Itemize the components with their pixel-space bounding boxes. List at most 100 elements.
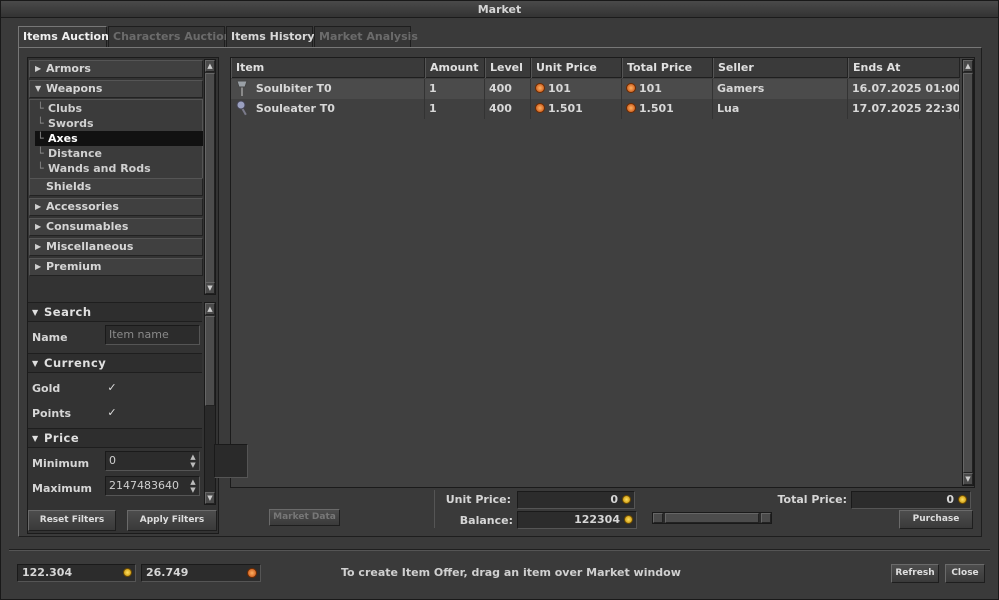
total-price-label: Total Price: <box>777 493 847 506</box>
maximum-price-input[interactable]: 2147483640 ▲ ▼ <box>105 476 200 496</box>
table-row[interactable]: Soulbiter T0 1 400 101 101 Gamers 16.07.… <box>231 79 960 99</box>
column-header-amount[interactable]: Amount <box>425 58 485 78</box>
category-accessories[interactable]: ▶ Accessories <box>29 198 203 216</box>
column-header-total-price[interactable]: Total Price <box>622 58 713 78</box>
chevron-down-icon: ▼ <box>32 434 39 443</box>
column-header-level[interactable]: Level <box>485 58 531 78</box>
refresh-button[interactable]: Refresh <box>891 564 939 583</box>
slider-thumb[interactable] <box>665 513 759 523</box>
scroll-thumb[interactable] <box>205 73 215 283</box>
minimum-label: Minimum <box>32 457 90 470</box>
unit-price-field[interactable]: 0 <box>517 491 635 509</box>
column-header-unit-price[interactable]: Unit Price <box>531 58 622 78</box>
apply-filters-button[interactable]: Apply Filters <box>127 510 217 531</box>
points-checkbox[interactable]: ✓ <box>106 407 118 419</box>
table-scrollbar[interactable]: ▲ ▼ <box>962 59 974 486</box>
chevron-right-icon: ▶ <box>35 262 42 271</box>
reset-filters-button[interactable]: Reset Filters <box>28 510 116 531</box>
category-consumables[interactable]: ▶ Consumables <box>29 218 203 236</box>
category-label: Armors <box>46 62 91 75</box>
item-name-input[interactable]: Item name <box>105 325 200 345</box>
category-miscellaneous[interactable]: ▶ Miscellaneous <box>29 238 203 256</box>
chevron-right-icon: ▶ <box>35 202 42 211</box>
slider-right-icon[interactable] <box>761 513 771 523</box>
category-weapons[interactable]: ▼ Weapons <box>29 80 203 98</box>
filter-panel: ▶ Armors ▼ Weapons └ Clubs └ Swords └ Axes … <box>27 57 219 534</box>
gold-coin-icon <box>123 568 132 577</box>
gold-balance-field: 122.304 <box>17 564 136 582</box>
scroll-up-icon[interactable]: ▲ <box>963 60 973 72</box>
offers-table: Item Amount Level Unit Price Total Price… <box>230 57 975 488</box>
chevron-down-icon: ▼ <box>32 359 39 368</box>
points-coin-icon <box>535 83 545 93</box>
seller-cell: Lua <box>713 99 848 119</box>
unit-price-label: Unit Price: <box>445 493 511 506</box>
slider-left-icon[interactable] <box>653 513 663 523</box>
category-shields[interactable]: Shields <box>29 178 203 196</box>
subcategory-swords[interactable]: └ Swords <box>35 116 203 131</box>
scroll-down-icon[interactable]: ▼ <box>205 282 215 294</box>
tab-characters-auction[interactable]: Characters Auction <box>108 26 232 47</box>
unit-price-cell: 1.501 <box>548 102 583 115</box>
balance-field: 122304 <box>517 511 637 529</box>
points-coin-icon <box>626 103 636 113</box>
purchase-button[interactable]: Purchase <box>899 510 973 529</box>
gold-checkbox[interactable]: ✓ <box>106 382 118 394</box>
subcategory-distance[interactable]: └ Distance <box>35 146 203 161</box>
footer-divider <box>9 549 990 551</box>
minimum-price-input[interactable]: 0 ▲ ▼ <box>105 451 200 471</box>
category-label: Consumables <box>46 220 129 233</box>
item-name: Soulbiter T0 <box>255 82 332 95</box>
subcategory-axes[interactable]: └ Axes <box>35 131 203 146</box>
spinner-arrows-icon[interactable]: ▲ ▼ <box>188 478 198 494</box>
level-cell: 400 <box>485 79 531 99</box>
category-premium[interactable]: ▶ Premium <box>29 258 203 276</box>
points-coin-icon <box>535 103 545 113</box>
amount-cell: 1 <box>425 79 485 99</box>
level-cell: 400 <box>485 99 531 119</box>
gold-coin-icon <box>622 495 631 504</box>
price-section-header[interactable]: ▼ Price <box>28 428 202 448</box>
create-offer-hint: To create Item Offer, drag an item over … <box>341 566 681 579</box>
ends-at-cell: 17.07.2025 22:30 <box>848 99 960 119</box>
scroll-down-icon[interactable]: ▼ <box>205 492 215 504</box>
market-data-button[interactable]: Market Data <box>269 509 340 526</box>
total-price-cell: 1.501 <box>639 102 674 115</box>
amount-slider[interactable] <box>652 512 772 524</box>
close-button[interactable]: Close <box>945 564 985 583</box>
scroll-thumb[interactable] <box>205 316 215 406</box>
chevron-right-icon: ▶ <box>35 64 42 73</box>
item-drop-slot[interactable] <box>214 444 248 478</box>
gold-coin-icon <box>624 515 633 524</box>
points-coin-icon <box>247 568 257 578</box>
chevron-right-icon: ▶ <box>35 242 42 251</box>
tab-content: ▶ Armors ▼ Weapons └ Clubs └ Swords └ Axes … <box>18 47 982 537</box>
currency-section-header[interactable]: ▼ Currency <box>28 353 202 373</box>
tab-items-auction[interactable]: Items Auction <box>18 26 109 47</box>
category-scrollbar[interactable]: ▲ ▼ <box>204 59 216 295</box>
item-name: Souleater T0 <box>255 102 335 115</box>
gold-coin-icon <box>958 495 967 504</box>
column-header-item[interactable]: Item <box>231 58 425 78</box>
total-price-field: 0 <box>851 491 971 509</box>
category-label: Premium <box>46 260 102 273</box>
subcategory-clubs[interactable]: └ Clubs <box>35 101 203 116</box>
scroll-thumb[interactable] <box>963 73 973 473</box>
scroll-up-icon[interactable]: ▲ <box>205 303 215 315</box>
scroll-down-icon[interactable]: ▼ <box>963 473 973 485</box>
points-balance-field: 26.749 <box>141 564 261 582</box>
ends-at-cell: 16.07.2025 01:00 <box>848 79 960 99</box>
subcategory-wands-and-rods[interactable]: └ Wands and Rods <box>35 161 203 176</box>
market-window: Market Items Auction Characters Auction … <box>0 0 999 600</box>
search-section-header[interactable]: ▼ Search <box>28 302 202 322</box>
category-armors[interactable]: ▶ Armors <box>29 60 203 78</box>
tab-items-history[interactable]: Items History <box>226 26 315 47</box>
seller-cell: Gamers <box>713 79 848 99</box>
scroll-up-icon[interactable]: ▲ <box>205 60 215 72</box>
axe-icon <box>236 80 248 96</box>
table-row[interactable]: Souleater T0 1 400 1.501 1.501 Lua 17.07… <box>231 99 960 119</box>
spinner-arrows-icon[interactable]: ▲ ▼ <box>188 453 198 469</box>
column-header-ends-at[interactable]: Ends At <box>848 58 960 78</box>
column-header-seller[interactable]: Seller <box>713 58 848 78</box>
tab-market-analysis[interactable]: Market Analysis <box>314 26 418 47</box>
